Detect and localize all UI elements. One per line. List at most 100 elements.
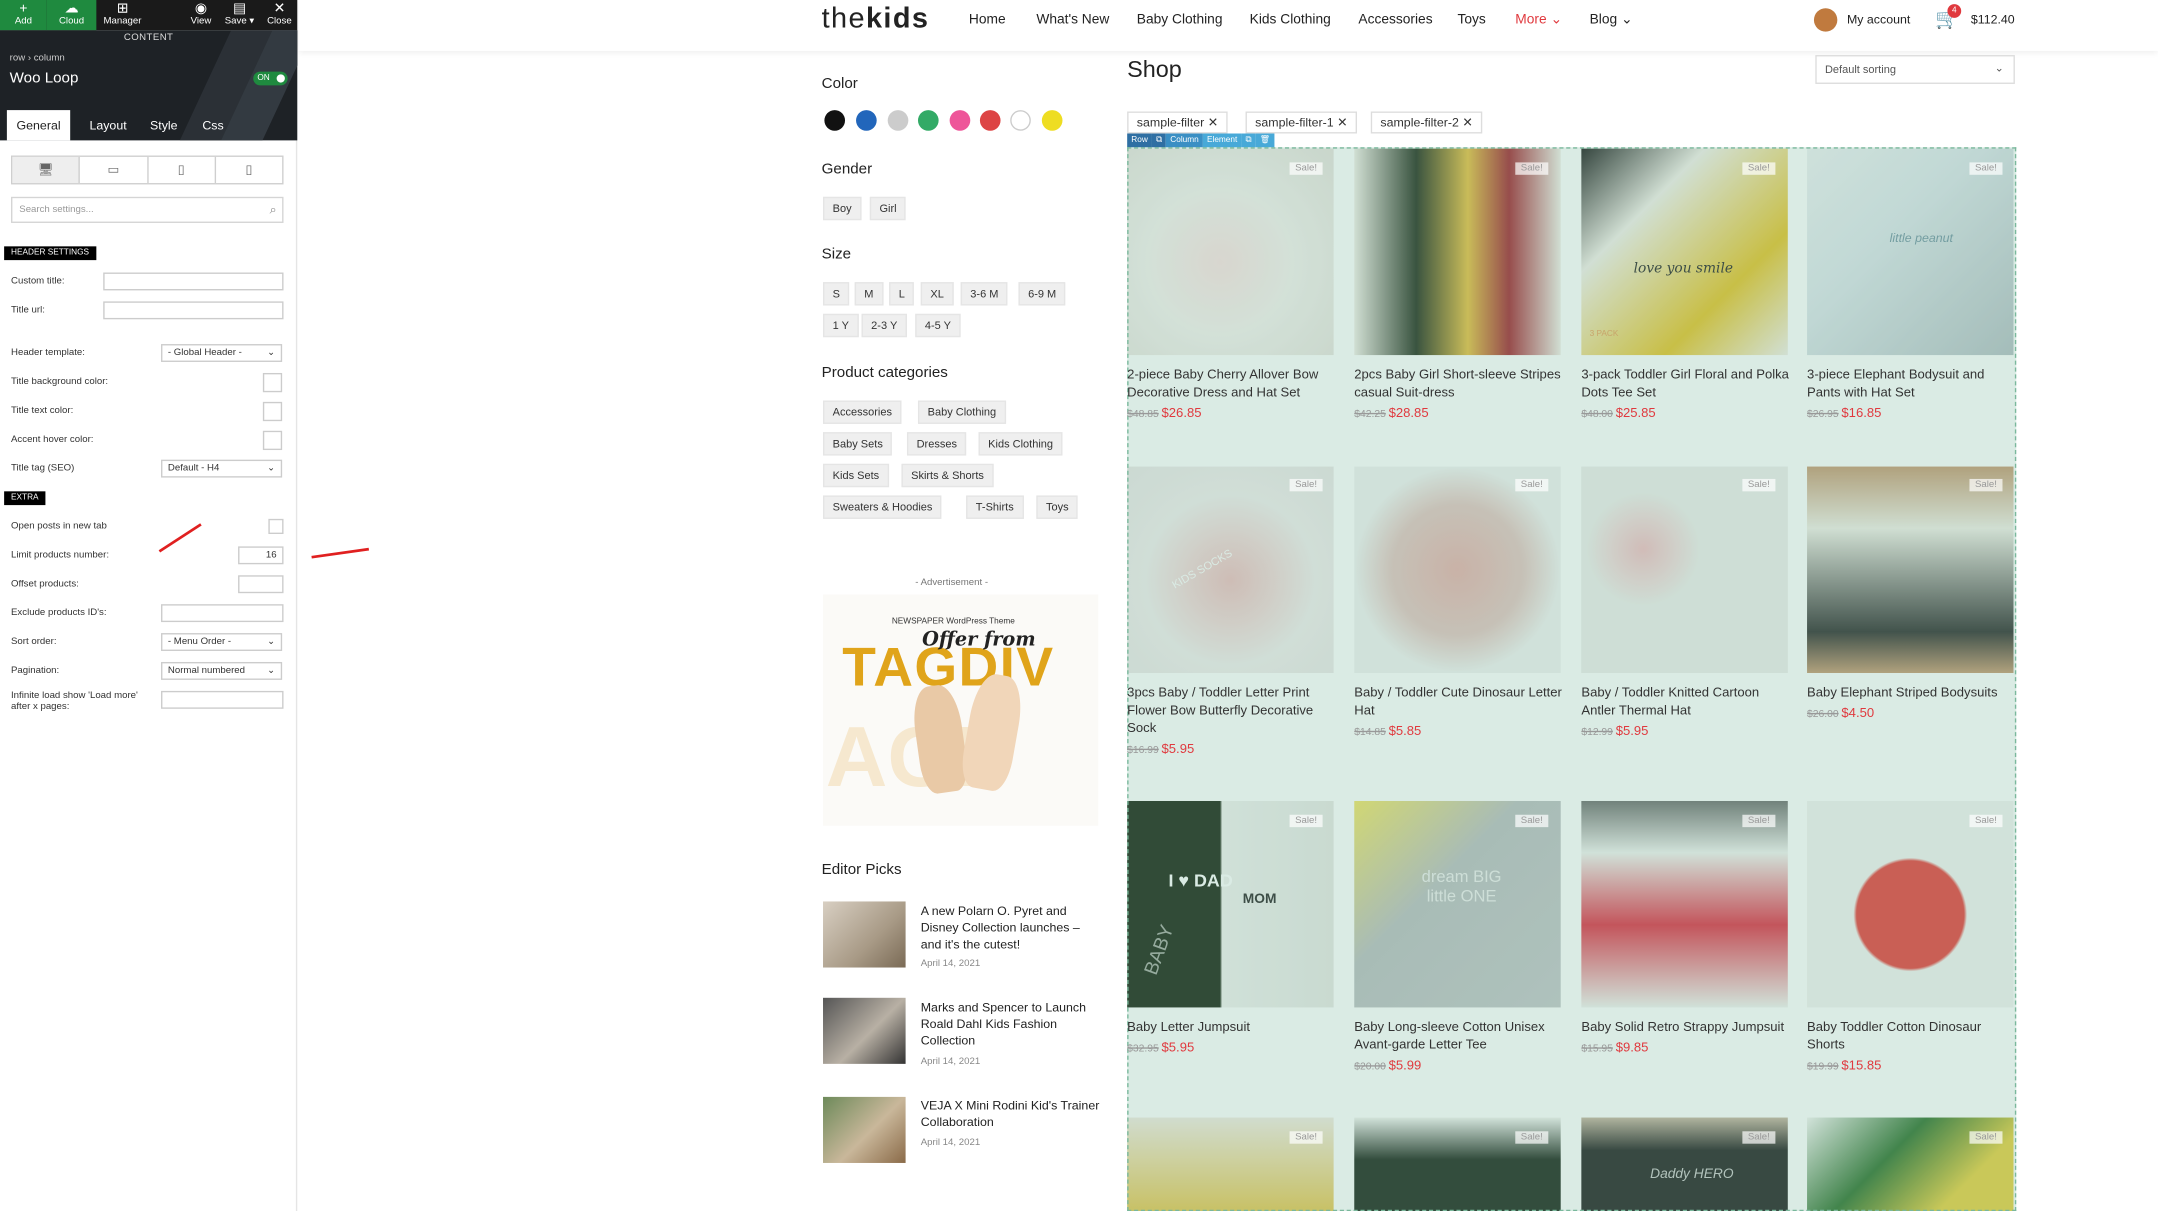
tab-style[interactable]: Style [140, 110, 187, 140]
color-swatch[interactable] [856, 110, 877, 131]
close-icon[interactable]: ✕ [1462, 116, 1472, 130]
column-button[interactable]: Column [1166, 133, 1203, 148]
category-chip[interactable]: Sweaters & Hoodies [823, 495, 943, 519]
view-button[interactable]: ◉ View [183, 0, 219, 30]
element-button[interactable]: Element [1202, 133, 1242, 148]
nav-accessories[interactable]: Accessories [1358, 12, 1432, 27]
product-title[interactable]: Baby Solid Retro Strappy Jumpsuit [1581, 1018, 1794, 1036]
custom-title-input[interactable] [103, 272, 284, 291]
color-swatch[interactable] [1041, 110, 1063, 131]
nav-whats-new[interactable]: What's New [1036, 12, 1109, 27]
filter-tag[interactable]: sample-filter ✕ [1127, 111, 1228, 134]
filter-tag[interactable]: sample-filter-1 ✕ [1245, 111, 1358, 134]
product-title[interactable]: Baby / Toddler Cute Dinosaur Letter Hat [1354, 684, 1567, 720]
size-chip[interactable]: S [823, 282, 850, 306]
tablet-landscape-icon[interactable]: ▭ [80, 156, 148, 184]
row-button[interactable]: Row [1127, 133, 1152, 148]
nav-baby-clothing[interactable]: Baby Clothing [1137, 12, 1223, 27]
desktop-icon[interactable]: 🖥 [12, 156, 81, 184]
editor-pick-title[interactable]: VEJA X Mini Rodini Kid's Trainer Collabo… [921, 1097, 1100, 1130]
category-chip[interactable]: Skirts & Shorts [901, 463, 994, 488]
editor-pick-thumbnail[interactable] [823, 997, 906, 1064]
element-toggle[interactable]: ON [253, 71, 288, 86]
tab-general[interactable]: General [6, 110, 71, 141]
category-chip[interactable]: Baby Clothing [917, 400, 1006, 424]
copy-icon[interactable]: ⧉ [1151, 133, 1167, 148]
color-swatch[interactable] [917, 110, 939, 131]
size-chip[interactable]: M [854, 282, 884, 306]
category-chip[interactable]: Dresses [906, 432, 967, 456]
nav-kids-clothing[interactable]: Kids Clothing [1250, 12, 1331, 27]
manager-button[interactable]: ⊞ Manager [96, 0, 148, 30]
category-chip[interactable]: Toys [1036, 495, 1079, 519]
tab-layout[interactable]: Layout [80, 110, 136, 140]
gender-chip[interactable]: Boy [823, 196, 862, 221]
tablet-portrait-icon[interactable]: ▯ [148, 156, 216, 184]
title-text-color-picker[interactable] [262, 401, 283, 422]
infinite-load-input[interactable] [161, 690, 284, 709]
sorting-select[interactable]: Default sorting ⌄ [1815, 55, 2015, 84]
title-url-input[interactable] [103, 301, 284, 320]
product-title[interactable]: 2pcs Baby Girl Short-sleeve Stripes casu… [1354, 366, 1567, 402]
pagination-select[interactable]: Normal numbered ⌄ [161, 661, 283, 680]
nav-home[interactable]: Home [969, 12, 1006, 27]
size-chip[interactable]: 2-3 Y [861, 313, 907, 338]
nav-blog[interactable]: Blog ⌄ [1590, 12, 1633, 27]
phone-icon[interactable]: ▯ [216, 157, 282, 183]
product-title[interactable]: Baby Toddler Cotton Dinosaur Shorts [1807, 1018, 2020, 1054]
category-chip[interactable]: Accessories [823, 400, 902, 424]
limit-products-input[interactable]: 16 [238, 546, 284, 565]
product-title[interactable]: Baby Elephant Striped Bodysuits [1807, 684, 2020, 702]
title-bg-color-picker[interactable] [262, 372, 283, 393]
add-button[interactable]: + Add [0, 0, 47, 31]
trash-icon[interactable]: 🗑 [1255, 133, 1275, 148]
product-title[interactable]: 2-piece Baby Cherry Allover Bow Decorati… [1127, 366, 1340, 402]
my-account-link[interactable]: My account [1847, 12, 1910, 26]
close-button[interactable]: ✕ Close [261, 0, 297, 30]
copy-icon[interactable]: ⧉ [1241, 133, 1256, 148]
offset-products-input[interactable] [238, 575, 284, 594]
breadcrumb[interactable]: row › column [10, 54, 65, 64]
category-chip[interactable]: Baby Sets [823, 432, 893, 456]
product-title[interactable]: 3pcs Baby / Toddler Letter Print Flower … [1127, 684, 1340, 738]
exclude-ids-input[interactable] [161, 604, 284, 623]
nav-toys[interactable]: Toys [1457, 12, 1485, 27]
size-chip[interactable]: 1 Y [823, 313, 859, 338]
color-swatch[interactable] [887, 110, 909, 131]
nav-more[interactable]: More ⌄ [1515, 12, 1562, 27]
color-swatch[interactable] [979, 110, 1001, 131]
category-chip[interactable]: Kids Clothing [978, 432, 1063, 456]
category-chip[interactable]: T-Shirts [966, 495, 1024, 519]
size-chip[interactable]: L [889, 282, 915, 306]
close-icon[interactable]: ✕ [1337, 116, 1347, 130]
category-chip[interactable]: Kids Sets [823, 463, 889, 488]
sort-order-select[interactable]: - Menu Order - ⌄ [161, 633, 283, 651]
color-swatch[interactable] [824, 110, 846, 131]
gender-chip[interactable]: Girl [869, 196, 907, 221]
filter-tag[interactable]: sample-filter-2 ✕ [1370, 111, 1483, 134]
accent-hover-color-picker[interactable] [262, 430, 283, 451]
size-chip[interactable]: 4-5 Y [915, 313, 961, 338]
header-template-select[interactable]: - Global Header - ⌄ [161, 344, 283, 362]
site-logo[interactable]: thekids [822, 3, 930, 36]
editor-pick-thumbnail[interactable] [823, 1096, 906, 1163]
size-chip[interactable]: 6-9 M [1018, 282, 1066, 306]
product-title[interactable]: Baby Long-sleeve Cotton Unisex Avant-gar… [1354, 1018, 1567, 1054]
color-swatch[interactable] [1010, 110, 1031, 131]
product-title[interactable]: 3-pack Toddler Girl Floral and Polka Dot… [1581, 366, 1794, 402]
product-title[interactable]: Baby / Toddler Knitted Cartoon Antler Th… [1581, 684, 1794, 720]
color-swatch[interactable] [949, 110, 971, 131]
cart-total[interactable]: $112.40 [1971, 12, 2015, 26]
save-button[interactable]: ▤ Save ▾ [220, 0, 259, 30]
title-tag-select[interactable]: Default - H4 ⌄ [161, 459, 283, 478]
avatar[interactable] [1813, 8, 1838, 32]
open-new-tab-checkbox[interactable] [268, 518, 284, 534]
editor-pick-thumbnail[interactable] [823, 901, 906, 968]
product-title[interactable]: 3-piece Elephant Bodysuit and Pants with… [1807, 366, 2020, 402]
product-title[interactable]: Baby Letter Jumpsuit [1127, 1018, 1340, 1036]
size-chip[interactable]: 3-6 M [960, 282, 1009, 306]
tab-css[interactable]: Css [193, 110, 234, 140]
close-icon[interactable]: ✕ [1208, 116, 1218, 130]
editor-pick-title[interactable]: A new Polarn O. Pyret and Disney Collect… [921, 903, 1100, 953]
size-chip[interactable]: XL [920, 282, 954, 306]
